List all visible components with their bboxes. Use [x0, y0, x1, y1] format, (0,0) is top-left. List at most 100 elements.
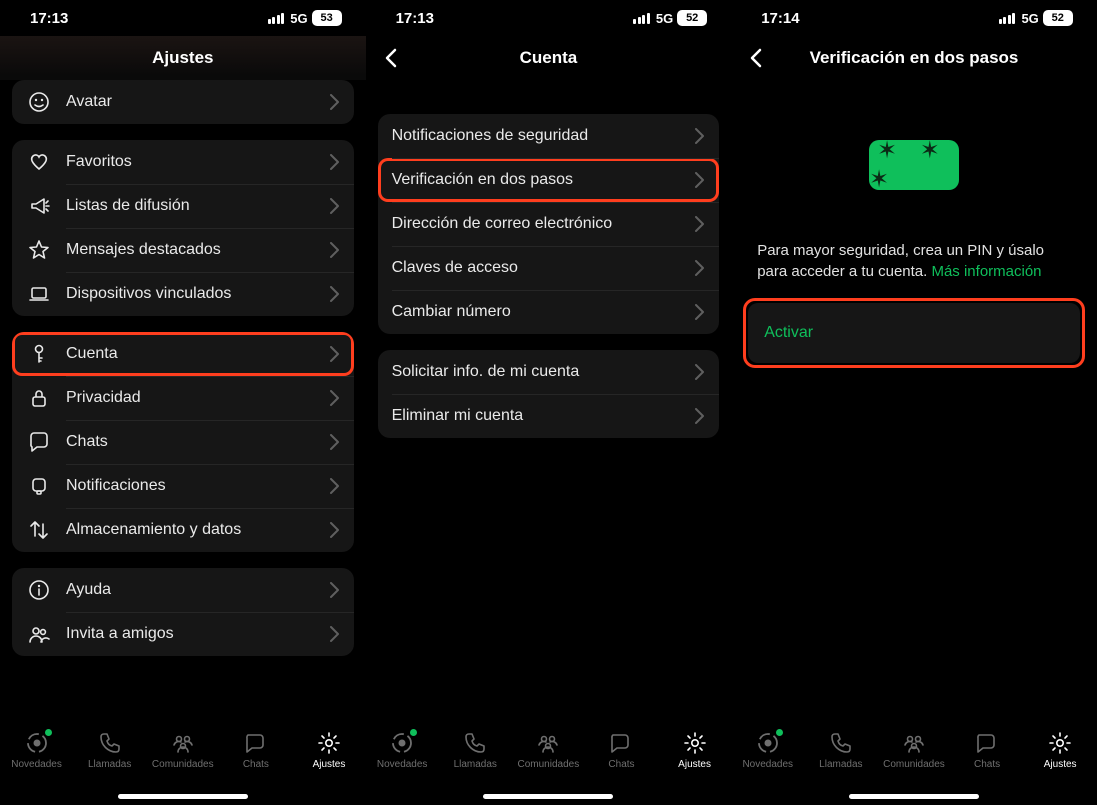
network-label: 5G [1021, 11, 1038, 26]
chevron-right-icon [330, 154, 340, 170]
tab-label: Llamadas [454, 759, 497, 770]
row-claves[interactable]: Claves de acceso [378, 246, 720, 290]
row-chats[interactable]: Chats [12, 420, 354, 464]
megaphone-icon [26, 193, 52, 219]
row-label: Claves de acceso [392, 259, 696, 277]
status-right: 5G 52 [999, 10, 1073, 26]
tab-label: Comunidades [518, 759, 580, 770]
tab-chats[interactable]: Chats [221, 731, 291, 770]
tab-llamadas[interactable]: Llamadas [806, 731, 876, 770]
row-mensajes-destacados[interactable]: Mensajes destacados [12, 228, 354, 272]
phone-icon [827, 731, 855, 755]
row-avatar[interactable]: Avatar [12, 80, 354, 124]
chevron-right-icon [330, 390, 340, 406]
network-label: 5G [290, 11, 307, 26]
row-correo[interactable]: Dirección de correo electrónico [378, 202, 720, 246]
two-step-hero: ✶ ✶ ✶ [731, 80, 1097, 190]
group-security: Notificaciones de seguridad Verificación… [378, 114, 720, 334]
tab-novedades[interactable]: Novedades [2, 731, 72, 770]
chats-icon [607, 731, 635, 755]
more-info-link[interactable]: Más información [931, 263, 1041, 280]
chevron-right-icon [330, 626, 340, 642]
updown-icon [26, 517, 52, 543]
row-label: Invita a amigos [66, 625, 330, 643]
chat-icon [26, 429, 52, 455]
page-title: Verificación en dos pasos [810, 48, 1019, 68]
row-notificaciones[interactable]: Notificaciones [12, 464, 354, 508]
tab-chats[interactable]: Chats [952, 731, 1022, 770]
phone-icon [461, 731, 489, 755]
row-label: Eliminar mi cuenta [392, 407, 696, 425]
status-right: 5G 52 [633, 10, 707, 26]
chevron-right-icon [330, 582, 340, 598]
star-icon [26, 237, 52, 263]
row-label: Cambiar número [392, 303, 696, 321]
row-ayuda[interactable]: Ayuda [12, 568, 354, 612]
tab-bar: Novedades Llamadas Comunidades Chats Aju… [0, 723, 366, 805]
tab-comunidades[interactable]: Comunidades [879, 731, 949, 770]
bell-icon [26, 473, 52, 499]
row-almacenamiento[interactable]: Almacenamiento y datos [12, 508, 354, 552]
tab-ajustes[interactable]: Ajustes [1025, 731, 1095, 770]
row-label: Dirección de correo electrónico [392, 215, 696, 233]
key-icon [26, 341, 52, 367]
signal-icon [268, 13, 285, 24]
row-solicitar-info[interactable]: Solicitar info. de mi cuenta [378, 350, 720, 394]
tab-ajustes[interactable]: Ajustes [294, 731, 364, 770]
tab-novedades[interactable]: Novedades [367, 731, 437, 770]
tab-label: Ajustes [313, 759, 346, 770]
tab-novedades[interactable]: Novedades [733, 731, 803, 770]
screen-cuenta: 17:13 5G 52 Cuenta Notificaciones de seg… [366, 0, 732, 805]
status-time: 17:13 [30, 10, 68, 27]
tab-chats[interactable]: Chats [586, 731, 656, 770]
row-label: Cuenta [66, 345, 330, 363]
chats-icon [973, 731, 1001, 755]
tab-llamadas[interactable]: Llamadas [75, 731, 145, 770]
gear-icon [681, 731, 709, 755]
tab-bar: Novedades Llamadas Comunidades Chats Aju… [366, 723, 732, 805]
row-privacidad[interactable]: Privacidad [12, 376, 354, 420]
chevron-right-icon [695, 216, 705, 232]
tab-label: Comunidades [883, 759, 945, 770]
status-bar: 17:13 5G 52 [366, 0, 732, 36]
row-eliminar-cuenta[interactable]: Eliminar mi cuenta [378, 394, 720, 438]
status-icon [23, 731, 51, 755]
home-indicator [849, 794, 979, 799]
header: Cuenta [366, 36, 732, 80]
chevron-right-icon [695, 364, 705, 380]
row-label: Solicitar info. de mi cuenta [392, 363, 696, 381]
row-cuenta[interactable]: Cuenta [12, 332, 354, 376]
row-listas-difusion[interactable]: Listas de difusión [12, 184, 354, 228]
home-indicator [118, 794, 248, 799]
chevron-right-icon [330, 522, 340, 538]
network-label: 5G [656, 11, 673, 26]
row-verificacion-dos-pasos[interactable]: Verificación en dos pasos [378, 158, 720, 202]
row-invita[interactable]: Invita a amigos [12, 612, 354, 656]
row-cambiar-numero[interactable]: Cambiar número [378, 290, 720, 334]
header: Verificación en dos pasos [731, 36, 1097, 80]
heart-icon [26, 149, 52, 175]
row-dispositivos[interactable]: Dispositivos vinculados [12, 272, 354, 316]
activate-highlight: Activar [743, 298, 1085, 368]
tab-comunidades[interactable]: Comunidades [148, 731, 218, 770]
back-button[interactable] [741, 43, 771, 73]
row-notif-seguridad[interactable]: Notificaciones de seguridad [378, 114, 720, 158]
chevron-right-icon [330, 94, 340, 110]
tab-bar: Novedades Llamadas Comunidades Chats Aju… [731, 723, 1097, 805]
chevron-right-icon [695, 260, 705, 276]
status-right: 5G 53 [268, 10, 342, 26]
chevron-right-icon [330, 198, 340, 214]
back-button[interactable] [376, 43, 406, 73]
tab-comunidades[interactable]: Comunidades [513, 731, 583, 770]
badge-dot [45, 729, 52, 736]
badge-dot [776, 729, 783, 736]
row-favoritos[interactable]: Favoritos [12, 140, 354, 184]
tab-llamadas[interactable]: Llamadas [440, 731, 510, 770]
row-label: Notificaciones de seguridad [392, 127, 696, 145]
chevron-right-icon [695, 172, 705, 188]
tab-ajustes[interactable]: Ajustes [660, 731, 730, 770]
activate-button[interactable]: Activar [748, 303, 1080, 363]
laptop-icon [26, 281, 52, 307]
signal-icon [999, 13, 1016, 24]
chevron-right-icon [695, 304, 705, 320]
